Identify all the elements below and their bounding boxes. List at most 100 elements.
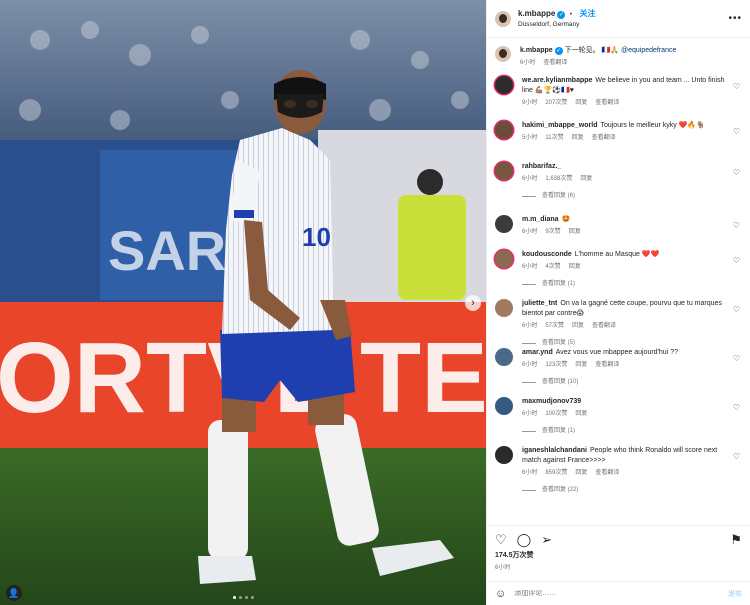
caption-username[interactable]: k.mbappe [520, 47, 553, 54]
follow-button[interactable]: 关注 [580, 9, 596, 18]
like-count[interactable]: 174.5万次赞 [495, 552, 742, 560]
caption-time[interactable]: 6小时 [520, 60, 535, 66]
comment-reply[interactable]: 回复 [580, 176, 592, 182]
author-username[interactable]: k.mbappe [518, 9, 555, 18]
commenter-avatar[interactable] [495, 446, 513, 464]
comment-translate[interactable]: 查看翻译 [592, 135, 616, 141]
comment-like-heart-icon[interactable]: ♡ [733, 168, 740, 177]
comment-icon[interactable]: ◯ [517, 533, 532, 546]
verified-badge-icon: ✓ [554, 47, 563, 55]
share-icon[interactable]: ➢ [541, 533, 552, 546]
svg-text:SAR: SAR [108, 219, 226, 282]
post-comment-button[interactable]: 发布 [728, 589, 742, 599]
comment-likes[interactable]: 57次赞 [545, 323, 564, 329]
comment-likes[interactable]: 4次赞 [545, 264, 560, 270]
commenter-avatar[interactable] [495, 299, 513, 317]
commenter-avatar[interactable] [495, 397, 513, 415]
author-avatar[interactable] [495, 10, 511, 27]
commenter-username[interactable]: juliette_tnt [522, 300, 557, 307]
view-replies-link[interactable]: 查看回复 (5) [522, 338, 727, 348]
comment-item: rahbarifaz._ 6小时 1,638次赞 回复查看回复 (6) ♡ [495, 162, 742, 210]
comment-input[interactable] [514, 590, 728, 597]
comment-like-heart-icon[interactable]: ♡ [733, 452, 740, 461]
comment-reply[interactable]: 回复 [575, 362, 587, 368]
comment-reply[interactable]: 回复 [575, 470, 587, 476]
comment-translate[interactable]: 查看翻译 [595, 362, 619, 368]
comment-translate[interactable]: 查看翻译 [595, 470, 619, 476]
comment-time[interactable]: 6小时 [522, 229, 537, 235]
view-replies-link[interactable]: 查看回复 (1) [522, 279, 727, 289]
comment-reply[interactable]: 回复 [572, 323, 584, 329]
view-replies-link[interactable]: 查看回复 (1) [522, 426, 727, 436]
comment-item: hakimi_mbappe_world Toujours le meilleur … [495, 121, 742, 157]
instagram-post: SAR ORTVE TEN 10 [0, 0, 750, 605]
comment-text: 🤩 [561, 216, 571, 223]
post-location[interactable]: Düsseldorf, Germany [518, 20, 728, 30]
comment-like-heart-icon[interactable]: ♡ [733, 82, 740, 91]
comment-like-heart-icon[interactable]: ♡ [733, 127, 740, 136]
comment-like-heart-icon[interactable]: ♡ [733, 305, 740, 314]
caption-emoji: 🇫🇷🙏 [601, 47, 620, 54]
commenter-avatar[interactable] [495, 348, 513, 366]
comment-likes[interactable]: 1,638次赞 [545, 176, 572, 182]
player-photo: SAR ORTVE TEN 10 [0, 0, 486, 605]
comment-reply[interactable]: 回复 [575, 100, 587, 106]
comment-reply[interactable]: 回复 [569, 229, 581, 235]
commenter-username[interactable]: maxmudjonov739 [522, 398, 581, 405]
jersey-number: 10 [302, 222, 331, 252]
comment-reply[interactable]: 回复 [569, 264, 581, 270]
view-replies-link[interactable]: 查看回复 (22) [522, 485, 727, 495]
comment-time[interactable]: 6小时 [522, 411, 537, 417]
comment-like-heart-icon[interactable]: ♡ [733, 403, 740, 412]
commenter-username[interactable]: hakimi_mbappe_world [522, 122, 597, 129]
commenter-username[interactable]: koudousconde [522, 251, 572, 258]
comment-like-heart-icon[interactable]: ♡ [733, 221, 740, 230]
comment-like-heart-icon[interactable]: ♡ [733, 256, 740, 265]
commenter-avatar[interactable] [495, 162, 513, 180]
carousel-indicator [0, 596, 486, 599]
view-replies-link[interactable]: 查看回复 (10) [522, 377, 727, 387]
comment-translate[interactable]: 查看翻译 [592, 323, 616, 329]
view-replies-link[interactable]: 查看回复 (6) [522, 191, 727, 201]
comment-likes[interactable]: 207次赞 [545, 100, 567, 106]
comment-reply[interactable]: 回复 [575, 411, 587, 417]
comment-likes[interactable]: 859次赞 [545, 470, 567, 476]
next-image-button[interactable]: › [465, 295, 481, 311]
comment-likes[interactable]: 100次赞 [545, 411, 567, 417]
commenter-avatar[interactable] [495, 215, 513, 233]
comment-likes[interactable]: 123次赞 [545, 362, 567, 368]
commenter-username[interactable]: m.m_diana [522, 216, 559, 223]
comment-likes[interactable]: 9次赞 [545, 229, 560, 235]
comment-item: we.are.kylianmbappe We believe in you and… [495, 76, 742, 116]
comment-reply[interactable]: 回复 [572, 135, 584, 141]
commenter-avatar[interactable] [495, 250, 513, 268]
post-time[interactable]: 6小时 [495, 562, 742, 571]
commenter-username[interactable]: rahbarifaz._ [522, 163, 561, 170]
emoji-icon[interactable]: ☺ [495, 588, 506, 600]
save-bookmark-icon[interactable]: ⚑ [730, 533, 742, 546]
caption-translate[interactable]: 查看翻译 [543, 60, 567, 66]
comment-like-heart-icon[interactable]: ♡ [733, 354, 740, 363]
comment-time[interactable]: 6小时 [522, 323, 537, 329]
commenter-avatar[interactable] [495, 76, 513, 94]
comment-time[interactable]: 6小时 [522, 470, 537, 476]
post-photo[interactable]: SAR ORTVE TEN 10 [0, 0, 486, 605]
post-actions: ♡ ◯ ➢ ⚑ 174.5万次赞 6小时 ☺ 发布 [487, 525, 750, 605]
comments-list[interactable]: k.mbappe ✓ 下一轮见。 🇫🇷🙏 @equipedefrance 6小时查… [487, 40, 750, 524]
comment-translate[interactable]: 查看翻译 [595, 100, 619, 106]
comment-time[interactable]: 5小时 [522, 135, 537, 141]
comment-time[interactable]: 6小时 [522, 264, 537, 270]
caption-mention[interactable]: @equipedefrance [621, 47, 676, 54]
commenter-username[interactable]: we.are.kylianmbappe [522, 77, 592, 84]
commenter-username[interactable]: iganeshlalchandani [522, 447, 587, 454]
more-options-icon[interactable]: ••• [728, 13, 742, 24]
comment-time[interactable]: 9小时 [522, 100, 537, 106]
commenter-avatar[interactable] [495, 121, 513, 139]
caption-avatar[interactable] [495, 46, 511, 62]
comment-time[interactable]: 6小时 [522, 176, 537, 182]
comment-time[interactable]: 6小时 [522, 362, 537, 368]
like-heart-icon[interactable]: ♡ [495, 533, 507, 546]
comment-likes[interactable]: 11次赞 [545, 135, 563, 141]
commenter-username[interactable]: amar.ynd [522, 349, 553, 356]
svg-text:TEN: TEN [360, 322, 486, 434]
